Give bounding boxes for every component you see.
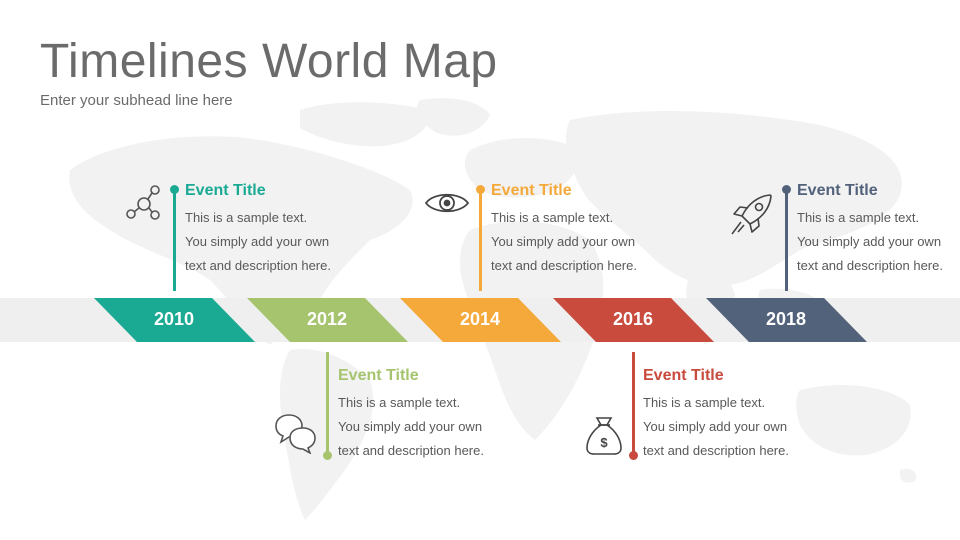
chat-bubbles-icon bbox=[275, 414, 316, 454]
event-text-line: You simply add your own bbox=[797, 234, 942, 249]
event-text-line: text and description here. bbox=[643, 443, 789, 458]
event-text-line: This is a sample text. bbox=[491, 210, 614, 225]
event-title: Event Title bbox=[643, 367, 724, 384]
event-text-line: You simply add your own bbox=[338, 419, 483, 434]
event-text-line: text and description here. bbox=[797, 258, 943, 273]
event-text-line: text and description here. bbox=[185, 258, 331, 273]
event-title: Event Title bbox=[797, 182, 878, 199]
year-label-2010: 2010 bbox=[153, 309, 195, 329]
year-label-2018: 2018 bbox=[765, 309, 807, 329]
year-label-2014: 2014 bbox=[459, 309, 501, 329]
event-text-line: You simply add your own bbox=[185, 234, 330, 249]
money-bag-icon: $ bbox=[586, 417, 622, 455]
year-label-2012: 2012 bbox=[306, 309, 348, 329]
event-text-line: text and description here. bbox=[338, 443, 484, 458]
event-dot bbox=[629, 451, 638, 460]
page-title: Timelines World Map bbox=[40, 35, 498, 88]
event-text-line: This is a sample text. bbox=[797, 210, 920, 225]
event-connector bbox=[173, 189, 176, 291]
event-text-line: text and description here. bbox=[491, 258, 637, 273]
event-title: Event Title bbox=[491, 182, 572, 199]
event-dot bbox=[323, 451, 332, 460]
event-title: Event Title bbox=[338, 367, 419, 384]
event-connector bbox=[785, 189, 788, 291]
event-text-line: You simply add your own bbox=[491, 234, 636, 249]
page-subtitle: Enter your subhead line here bbox=[40, 92, 233, 109]
event-text-line: This is a sample text. bbox=[185, 210, 308, 225]
eye-icon bbox=[424, 193, 470, 213]
event-connector bbox=[479, 189, 482, 291]
event-text-line: This is a sample text. bbox=[643, 395, 766, 410]
event-text-line: You simply add your own bbox=[643, 419, 788, 434]
event-connector bbox=[326, 352, 329, 454]
network-icon bbox=[126, 185, 160, 220]
year-label-2016: 2016 bbox=[612, 309, 654, 329]
event-title: Event Title bbox=[185, 182, 266, 199]
event-text-line: This is a sample text. bbox=[338, 395, 461, 410]
svg-text:$: $ bbox=[600, 435, 608, 450]
rocket-icon bbox=[731, 194, 772, 235]
event-connector bbox=[632, 352, 635, 454]
